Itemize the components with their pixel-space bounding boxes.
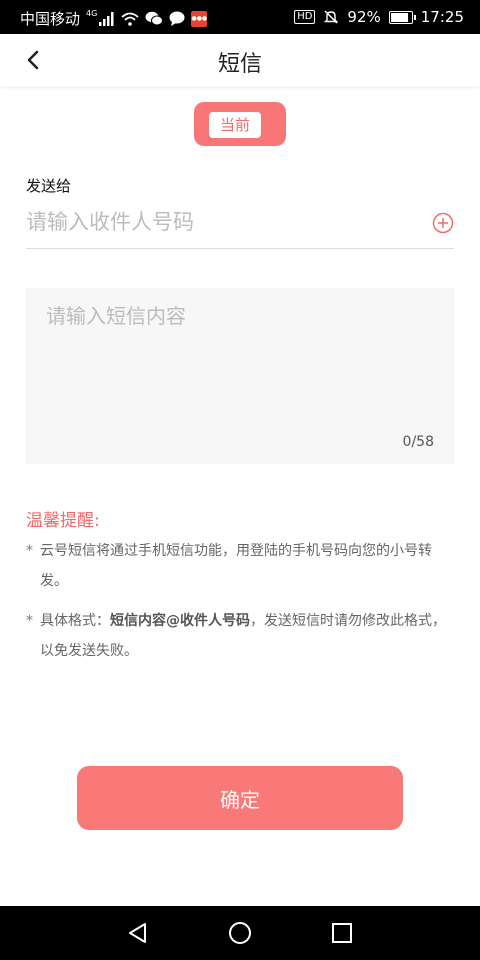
- back-triangle-icon[interactable]: [126, 921, 150, 945]
- tip-format-bold: 短信内容@收件人号码: [110, 613, 250, 629]
- recipient-input[interactable]: [26, 206, 426, 238]
- signal-icon: [99, 11, 114, 26]
- confirm-button[interactable]: 确定: [77, 766, 403, 830]
- carrier-name: 中国移动: [20, 10, 81, 28]
- char-counter: 0/58: [402, 434, 434, 450]
- battery-fill: [390, 12, 409, 22]
- recipient-underline: [26, 248, 454, 249]
- tip-item: * 具体格式：短信内容@收件人号码，发送短信时请勿修改此格式，以免发送失败。: [26, 606, 456, 666]
- clock: 17:25: [420, 8, 464, 26]
- status-left: 中国移动 4G ●●●: [20, 8, 208, 29]
- tip-item: * 云号短信将通过手机短信功能，用登陆的手机号码向您的小号转发。: [26, 536, 456, 596]
- recents-square-icon[interactable]: [330, 921, 354, 945]
- app-header: 短信: [0, 34, 480, 86]
- status-bar: 中国移动 4G ●●● HD 92% 17:25: [0, 0, 480, 34]
- tip-text: 云号短信将通过手机短信功能，用登陆的手机号码向您的小号转发。: [40, 543, 432, 589]
- battery-percent: 92%: [347, 8, 381, 26]
- current-tag-label: 当前: [209, 112, 261, 138]
- message-box: 0/58: [26, 288, 454, 464]
- weibo-icon: ●●●: [191, 10, 208, 27]
- tip-prefix: 具体格式：: [40, 613, 110, 629]
- mute-bell-icon: [324, 10, 339, 24]
- tip-bullet: *: [26, 613, 33, 629]
- plus-circle-icon[interactable]: [432, 212, 454, 234]
- battery-icon: [388, 10, 416, 24]
- wifi-icon: [121, 12, 139, 26]
- current-tag[interactable]: 当前: [194, 102, 286, 146]
- status-right: HD 92% 17:25: [294, 8, 464, 26]
- tip-bullet: *: [26, 543, 33, 559]
- wechat-icon: [145, 11, 164, 26]
- message-bubble-icon: [169, 11, 185, 26]
- page-title: 短信: [217, 52, 262, 77]
- message-input[interactable]: [46, 300, 436, 420]
- tip-text: 具体格式：短信内容@收件人号码，发送短信时请勿修改此格式，以免发送失败。: [40, 606, 456, 666]
- home-circle-icon[interactable]: [228, 921, 252, 945]
- system-nav-bar: [0, 906, 480, 960]
- recipient-label: 发送给: [26, 177, 72, 195]
- tips-title: 温馨提醒:: [26, 511, 100, 531]
- network-type: 4G: [86, 9, 98, 18]
- hd-icon: HD: [294, 10, 316, 24]
